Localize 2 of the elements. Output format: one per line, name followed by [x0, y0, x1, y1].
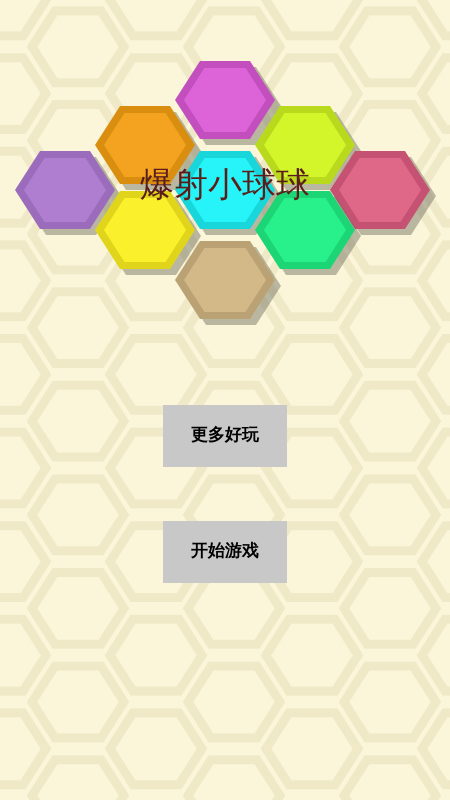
menu-button[interactable]: 开始游戏 — [163, 521, 287, 583]
menu-button[interactable]: 更多好玩 — [163, 405, 287, 467]
